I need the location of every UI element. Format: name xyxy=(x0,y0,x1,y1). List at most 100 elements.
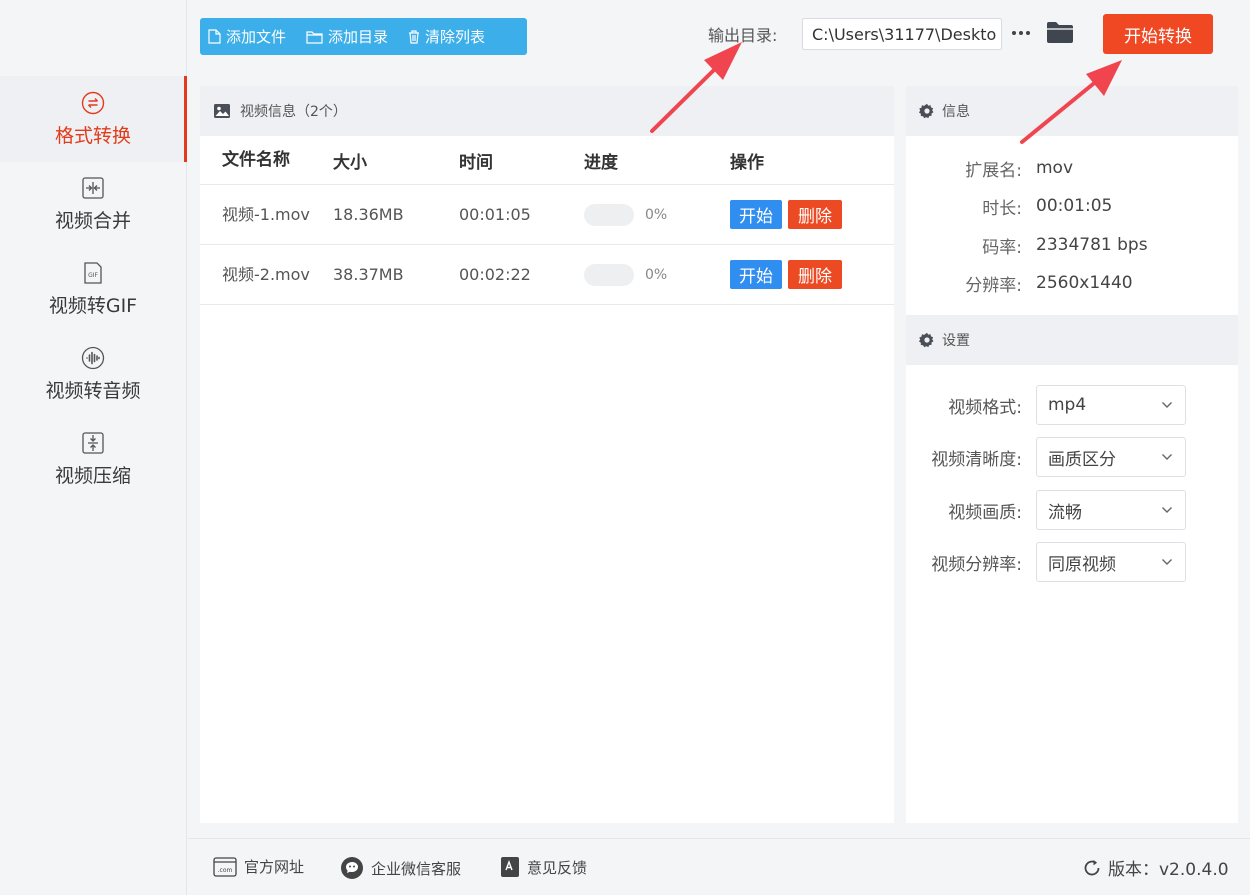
svg-text:GIF: GIF xyxy=(88,272,98,279)
sidebar-item-label: 视频压缩 xyxy=(54,464,131,487)
start-convert-button[interactable]: 开始转换 xyxy=(1103,14,1213,54)
resolution-select[interactable]: 同原视频 xyxy=(1036,542,1186,582)
add-folder-button[interactable]: 添加目录 xyxy=(306,26,388,47)
file-list-header: 视频信息（2个） xyxy=(200,86,894,136)
settings-title: 设置 xyxy=(942,333,970,349)
svg-text:.com: .com xyxy=(218,867,233,874)
website-label: 官方网址 xyxy=(244,858,305,876)
more-icon[interactable] xyxy=(1010,23,1032,43)
clarity-select[interactable]: 画质区分 xyxy=(1036,437,1186,477)
sidebar-item-video-compress[interactable]: 视频压缩 xyxy=(0,416,186,502)
wechat-label: 企业微信客服 xyxy=(371,859,462,878)
progress-label: 0% xyxy=(645,206,668,223)
file-time: 00:02:22 xyxy=(459,265,531,284)
footer: .com 官方网址 企业微信客服 意见反馈 版本：v2.0.4.0 xyxy=(188,838,1250,895)
info-title: 信息 xyxy=(942,104,970,120)
feedback-link[interactable]: 意见反馈 xyxy=(500,856,587,878)
compress-icon xyxy=(81,431,105,455)
settings-header: 设置 xyxy=(906,315,1238,365)
setting-format-row: 视频格式: mp4 xyxy=(906,385,1238,425)
setting-quality-label: 视频画质: xyxy=(948,502,1022,523)
setting-resolution-row: 视频分辨率: 同原视频 xyxy=(906,542,1238,582)
row-delete-button[interactable]: 删除 xyxy=(788,260,842,289)
chevron-down-icon xyxy=(1162,454,1172,460)
version-info[interactable]: 版本：v2.0.4.0 xyxy=(1082,855,1229,880)
trash-icon xyxy=(409,29,420,44)
progress-cell: 0% xyxy=(584,203,730,226)
table-row[interactable]: 视频-1.mov 18.36MB 00:01:05 0% 开始 删除 xyxy=(200,185,894,245)
sidebar-item-label: 格式转换 xyxy=(54,124,131,147)
ops-cell: 开始 删除 xyxy=(730,260,894,289)
feedback-label: 意见反馈 xyxy=(527,858,588,877)
sidebar-item-label: 视频合并 xyxy=(54,209,131,232)
table-header: 文件名称 大小 时间 进度 操作 xyxy=(200,136,894,185)
col-name: 文件名称 xyxy=(222,149,290,170)
col-size: 大小 xyxy=(333,152,367,173)
file-time: 00:01:05 xyxy=(459,205,531,224)
output-dir-input[interactable]: C:\Users\31177\Deskto xyxy=(802,18,1002,50)
col-time: 时间 xyxy=(459,152,493,173)
sidebar: 格式转换 视频合并 GIF 视频转GIF 视频转音频 视频压缩 xyxy=(0,0,187,895)
col-ops: 操作 xyxy=(730,152,764,173)
setting-resolution-label: 视频分辨率: xyxy=(931,554,1022,575)
info-duration-label: 时长: xyxy=(982,198,1022,219)
quality-select[interactable]: 流畅 xyxy=(1036,490,1186,530)
wechat-service-link[interactable]: 企业微信客服 xyxy=(340,856,461,880)
add-folder-label: 添加目录 xyxy=(328,28,389,46)
info-resolution-label: 分辨率: xyxy=(965,275,1022,296)
gear-icon xyxy=(919,332,934,348)
info-resolution-value: 2560x1440 xyxy=(1036,273,1133,293)
wechat-icon xyxy=(341,857,363,879)
add-file-label: 添加文件 xyxy=(226,28,287,46)
sidebar-item-video-merge[interactable]: 视频合并 xyxy=(0,161,186,247)
progress-cell: 0% xyxy=(584,263,730,286)
info-resolution-row: 分辨率: 2560x1440 xyxy=(906,271,1238,296)
file-name: 视频-2.mov xyxy=(222,265,310,284)
feedback-icon xyxy=(501,857,519,877)
file-list-title: 视频信息（2个） xyxy=(240,104,347,120)
info-duration-row: 时长: 00:01:05 xyxy=(906,194,1238,219)
info-duration-value: 00:01:05 xyxy=(1036,196,1113,216)
version-label: 版本：v2.0.4.0 xyxy=(1108,860,1229,880)
progress-bar xyxy=(584,203,634,226)
folder-icon[interactable] xyxy=(1046,20,1074,46)
file-list-panel: 视频信息（2个） 文件名称 大小 时间 进度 操作 视频-1.mov 18.36… xyxy=(200,86,894,823)
info-header: 信息 xyxy=(906,86,1238,136)
sidebar-item-video-to-gif[interactable]: GIF 视频转GIF xyxy=(0,246,186,332)
table-row[interactable]: 视频-2.mov 38.37MB 00:02:22 0% 开始 删除 xyxy=(200,245,894,305)
info-bitrate-row: 码率: 2334781 bps xyxy=(906,233,1238,258)
col-progress: 进度 xyxy=(584,152,618,173)
info-ext-row: 扩展名: mov xyxy=(906,156,1238,181)
row-start-button[interactable]: 开始 xyxy=(730,260,782,289)
setting-format-label: 视频格式: xyxy=(948,397,1022,418)
row-start-button[interactable]: 开始 xyxy=(730,200,782,229)
gif-icon: GIF xyxy=(81,261,105,285)
resolution-value: 同原视频 xyxy=(1048,554,1116,575)
progress-label: 0% xyxy=(645,266,668,283)
ops-cell: 开始 删除 xyxy=(730,200,894,229)
convert-icon xyxy=(81,91,105,115)
row-delete-button[interactable]: 删除 xyxy=(788,200,842,229)
format-value: mp4 xyxy=(1048,395,1087,415)
file-name: 视频-1.mov xyxy=(222,205,310,224)
progress-bar xyxy=(584,263,634,286)
add-file-button[interactable]: 添加文件 xyxy=(208,26,286,47)
sidebar-item-label: 视频转GIF xyxy=(48,294,138,317)
gear-icon xyxy=(919,103,934,119)
sidebar-item-format-convert[interactable]: 格式转换 xyxy=(0,76,187,162)
info-bitrate-label: 码率: xyxy=(982,237,1022,258)
format-select[interactable]: mp4 xyxy=(1036,385,1186,425)
chevron-down-icon xyxy=(1162,559,1172,565)
chevron-down-icon xyxy=(1162,507,1172,513)
setting-clarity-row: 视频清晰度: 画质区分 xyxy=(906,437,1238,477)
sidebar-item-label: 视频转音频 xyxy=(45,379,141,402)
image-icon xyxy=(214,104,230,118)
merge-icon xyxy=(81,176,105,200)
website-icon: .com xyxy=(213,856,237,877)
clear-list-button[interactable]: 清除列表 xyxy=(408,26,485,47)
quality-value: 流畅 xyxy=(1048,502,1082,523)
sidebar-item-video-to-audio[interactable]: 视频转音频 xyxy=(0,331,186,417)
clear-list-label: 清除列表 xyxy=(425,28,486,46)
website-link[interactable]: .com 官方网址 xyxy=(213,856,304,877)
refresh-icon xyxy=(1084,859,1100,875)
